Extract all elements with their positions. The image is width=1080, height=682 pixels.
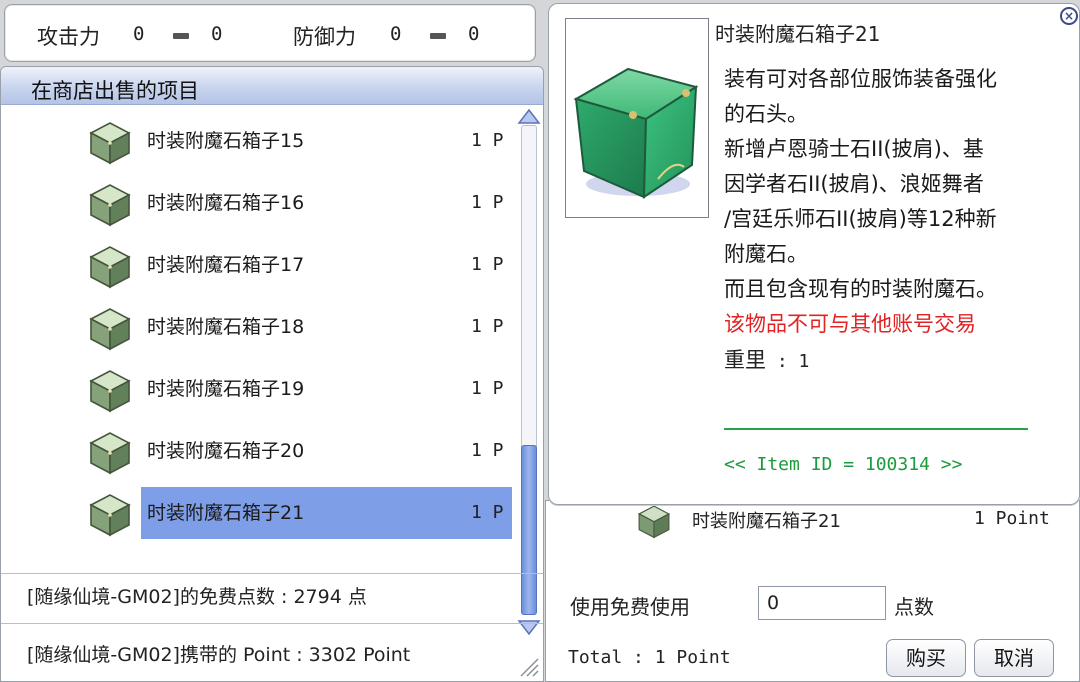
tooltip-divider <box>724 428 1028 430</box>
shop-sell-window: 在商店出售的项目 时装附魔石箱子15 1 P 时装附魔石箱子16 1 P 时装附魔石… <box>0 66 544 682</box>
description-line: 的石头。 <box>724 102 808 126</box>
item-name: 时装附魔石箱子15 <box>147 130 305 152</box>
weight-line: 重里 : 1 <box>724 344 809 374</box>
attack-base-value: 0 <box>133 23 145 45</box>
free-points-input[interactable]: 0 <box>758 586 886 620</box>
green-box-icon <box>87 243 133 289</box>
green-box-icon <box>87 491 133 537</box>
item-name: 时装附魔石箱子17 <box>147 254 305 276</box>
arrow-down-icon[interactable] <box>517 617 541 637</box>
item-name: 时装附魔石箱子21 <box>147 502 305 524</box>
defense-bonus-value: 0 <box>468 23 480 45</box>
green-box-icon <box>87 429 133 475</box>
shop-item-row[interactable]: 时装附魔石箱子20 1 P <box>1 423 516 479</box>
item-price: 1 P <box>471 378 504 399</box>
purchase-item-points: 1 Point <box>974 508 1050 529</box>
shop-item-row[interactable]: 时装附魔石箱子16 1 P <box>1 175 516 231</box>
shop-item-row[interactable]: 时装附魔石箱子18 1 P <box>1 299 516 355</box>
item-price: 1 P <box>471 440 504 461</box>
item-name: 时装附魔石箱子18 <box>147 316 305 338</box>
description-line: 而且包含现有的时装附魔石。 <box>724 277 997 301</box>
footer-divider <box>1 573 543 574</box>
green-box-icon <box>87 181 133 227</box>
item-tooltip: × 时装附魔石箱子21 装有可对各部位服饰装备强化 的石头。 新增卢恩骑士石II… <box>548 3 1080 505</box>
item-name: 时装附魔石箱子20 <box>147 440 305 462</box>
shop-item-row[interactable]: 时装附魔石箱子17 1 P <box>1 237 516 293</box>
attack-dash <box>173 33 189 39</box>
item-id-text: << Item ID = 100314 >> <box>724 454 963 475</box>
weight-value: 1 <box>798 351 810 372</box>
purchase-window: 时装附魔石箱子21 1 Point 使用免费使用 0 点数 Total : 1 … <box>545 500 1080 682</box>
item-image-frame <box>565 18 709 218</box>
description-line: 附魔石。 <box>724 242 808 266</box>
green-box-large-icon <box>573 67 699 199</box>
description-line: 装有可对各部位服饰装备强化 <box>724 67 997 91</box>
scrollbar[interactable] <box>516 107 543 637</box>
shop-item-row[interactable]: 时装附魔石箱子19 1 P <box>1 361 516 417</box>
trade-warning: 该物品不可与其他账号交易 <box>724 312 976 336</box>
green-box-icon <box>87 119 133 165</box>
total-text: Total : 1 Point <box>568 647 731 668</box>
weight-separator: : <box>766 351 799 372</box>
green-box-icon <box>87 305 133 351</box>
attack-label: 攻击力 <box>37 25 100 49</box>
item-name: 时装附魔石箱子19 <box>147 378 305 400</box>
item-price: 1 P <box>471 502 504 523</box>
item-price: 1 P <box>471 316 504 337</box>
defense-dash <box>430 33 446 39</box>
item-name: 时装附魔石箱子16 <box>147 192 305 214</box>
free-use-label: 使用免费使用 <box>570 595 690 619</box>
tooltip-description: 装有可对各部位服饰装备强化 的石头。新增卢恩骑士石II(披肩)、基 因学者石II(披… <box>724 62 997 342</box>
item-price: 1 P <box>471 192 504 213</box>
description-line: /宫廷乐师石II(披肩)等12种新 <box>724 207 997 231</box>
shop-title: 在商店出售的项目 <box>31 79 199 103</box>
free-points-text: [随缘仙境-GM02]的免费点数 : 2794 点 <box>27 586 367 608</box>
description-lines: 装有可对各部位服饰装备强化 的石头。新增卢恩骑士石II(披肩)、基 因学者石II(披… <box>724 62 997 307</box>
purchase-item-name: 时装附魔石箱子21 <box>692 511 841 532</box>
shop-item-row[interactable]: 时装附魔石箱子21 1 P <box>1 485 516 541</box>
cancel-button[interactable]: 取消 <box>974 639 1054 677</box>
shop-item-row[interactable]: 时装附魔石箱子15 1 P <box>1 113 516 169</box>
resize-grip-icon[interactable] <box>517 655 539 677</box>
green-box-icon <box>637 505 671 539</box>
item-price: 1 P <box>471 254 504 275</box>
defense-base-value: 0 <box>390 23 402 45</box>
footer-divider <box>1 623 543 624</box>
points-unit-label: 点数 <box>894 595 934 619</box>
arrow-up-icon[interactable] <box>517 107 541 127</box>
scroll-thumb[interactable] <box>521 445 537 615</box>
weight-label: 重里 <box>724 348 766 372</box>
stats-panel: 攻击力 0 0 防御力 0 0 <box>4 4 536 62</box>
shop-title-bar[interactable]: 在商店出售的项目 <box>1 67 543 105</box>
description-line: 因学者石II(披肩)、浪姬舞者 <box>724 172 984 196</box>
attack-bonus-value: 0 <box>211 23 223 45</box>
buy-button[interactable]: 购买 <box>886 639 966 677</box>
carried-points-text: [随缘仙境-GM02]携带的 Point : 3302 Point <box>27 644 411 666</box>
description-line: 新增卢恩骑士石II(披肩)、基 <box>724 137 984 161</box>
defense-label: 防御力 <box>293 25 356 49</box>
green-box-icon <box>87 367 133 413</box>
item-price: 1 P <box>471 130 504 151</box>
tooltip-title: 时装附魔石箱子21 <box>715 22 881 46</box>
close-icon[interactable]: × <box>1060 7 1078 25</box>
